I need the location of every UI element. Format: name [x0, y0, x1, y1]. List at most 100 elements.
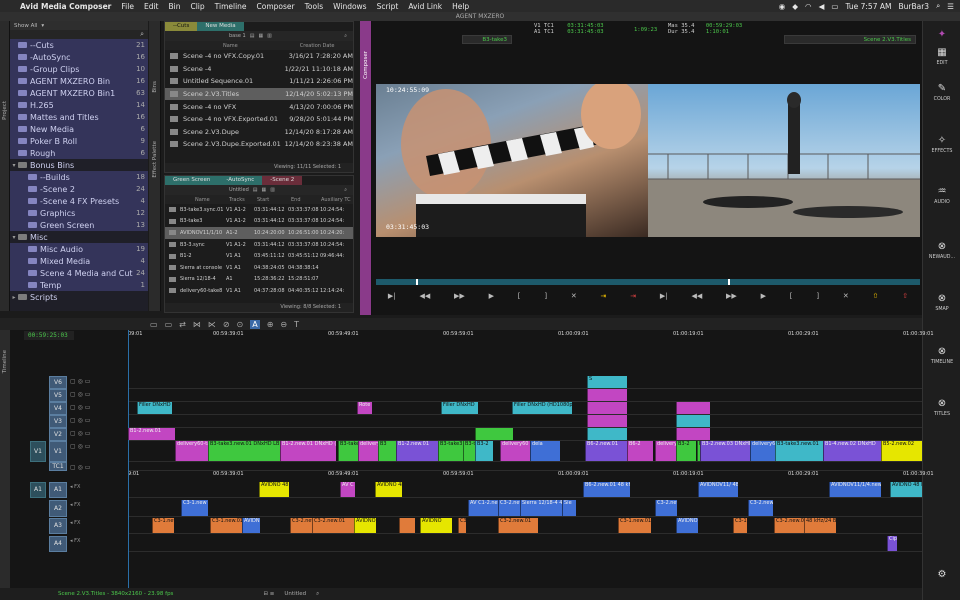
- timeline-clip[interactable]: AVIDNO: [354, 518, 376, 533]
- menu-file[interactable]: File: [121, 2, 134, 11]
- timeline-clip[interactable]: [676, 402, 710, 414]
- menu-bin[interactable]: Bin: [168, 2, 180, 11]
- timeline-clip[interactable]: C3-2.new.01: [312, 518, 354, 533]
- dropbox-icon[interactable]: ◆: [792, 2, 798, 11]
- mark-in-button[interactable]: [: [790, 292, 793, 300]
- step-back-icon[interactable]: ◀◀: [419, 292, 430, 300]
- bin-tab-green-screen[interactable]: Green Screen: [165, 176, 219, 185]
- timeline-clip[interactable]: delivery60: [500, 441, 530, 461]
- project-bin-item[interactable]: ▸ Scripts: [10, 291, 148, 303]
- timeline-clip[interactable]: B3-take3.new.01: [775, 441, 823, 461]
- timeline-clip[interactable]: delivery60: [655, 441, 677, 461]
- frame-view-icon[interactable]: ▦: [262, 187, 267, 193]
- project-filter[interactable]: Show All: [14, 23, 37, 29]
- track-selector-a2[interactable]: A2: [49, 500, 67, 517]
- timeline-clip[interactable]: B3-take3: [463, 441, 475, 461]
- timeline-clip[interactable]: C3-2.new 48 kHz: [748, 500, 773, 516]
- spotlight-icon[interactable]: ⌕: [936, 1, 940, 11]
- timeline-clip[interactable]: [676, 428, 710, 440]
- bin-row[interactable]: B3-take3 V1 A1-2 03:31:44:12 03:33:37:08 10:…: [165, 216, 353, 228]
- bin-row[interactable]: delivery60-take8 V1 A1 04:37:28:08 04:40:35…: [165, 285, 353, 297]
- record-icon[interactable]: ◉: [779, 2, 786, 11]
- frame-view-icon[interactable]: ▦: [258, 33, 263, 39]
- bin-row[interactable]: Scene -4 1/22/21 11:10:18 AM: [165, 63, 353, 76]
- timeline-clip[interactable]: C3-1.new.01: [210, 518, 242, 533]
- timeline-clip[interactable]: B1-2.new.01: [128, 428, 175, 440]
- timeline-clip[interactable]: B1-4.new.02 DNxHD: [823, 441, 881, 461]
- menu-avid-link[interactable]: Avid Link: [408, 2, 442, 11]
- menu-tools[interactable]: Tools: [305, 2, 323, 11]
- lasso-icon[interactable]: ⊘: [223, 320, 230, 329]
- menu-script[interactable]: Script: [377, 2, 399, 11]
- timeline-clip[interactable]: AVIDN: [242, 518, 260, 533]
- project-bin-item[interactable]: AGENT MXZERO Bin 16: [10, 75, 148, 87]
- project-bin-item[interactable]: New Media 6: [10, 123, 148, 135]
- mark-in-icon[interactable]: ▶|: [660, 292, 668, 300]
- project-bin-item[interactable]: Mixed Media 4: [10, 255, 148, 267]
- column-end[interactable]: End: [291, 197, 321, 203]
- bin-row[interactable]: Untitled Sequence.01 1/11/21 2:26:06 PM: [165, 75, 353, 88]
- timeline-clip[interactable]: AVIDNO 48 kHz/2: [259, 482, 289, 497]
- script-view-icon[interactable]: ▥: [270, 187, 275, 193]
- step-back-icon[interactable]: ◀◀: [691, 292, 702, 300]
- timeline-clip[interactable]: AV C 48 kH: [340, 482, 355, 497]
- project-bin-item[interactable]: H.265 14: [10, 99, 148, 111]
- bin-row[interactable]: Sierra at console V1 A1 04:38:24:05 04:38:3…: [165, 262, 353, 274]
- timeline-clip[interactable]: B3-take3.new.01 DNxHD LB (1080p): [208, 441, 280, 461]
- bin-tab-new-media[interactable]: New Media: [197, 22, 244, 31]
- search-icon[interactable]: ⌕: [344, 33, 347, 39]
- mark-out-button[interactable]: ]: [544, 292, 547, 300]
- timeline-clip[interactable]: B3-take3: [438, 441, 463, 461]
- mark-in-button[interactable]: [: [518, 292, 521, 300]
- bin-row[interactable]: Scene 2.V3.Dupe.Exported.01 12/14/20 8:23…: [165, 138, 353, 151]
- workspace-effects-button[interactable]: ✧ EFFECTS: [923, 135, 960, 154]
- project-bin-item[interactable]: Rough 6: [10, 147, 148, 159]
- zoom-in-icon[interactable]: ⊕: [267, 320, 274, 329]
- timeline-clip[interactable]: AVIDNOV11/ 48 kHz/24 Bit: [698, 482, 738, 497]
- project-bin-item[interactable]: AGENT MXZERO Bin1 63: [10, 87, 148, 99]
- workspace-titles-button[interactable]: ⊗ TITLES: [923, 398, 960, 417]
- track-lock-icon[interactable]: ▢ ◎ ▭: [70, 417, 90, 424]
- title-tool-icon[interactable]: T: [294, 320, 299, 329]
- clear-marks-icon[interactable]: ✕: [843, 292, 849, 300]
- play-icon[interactable]: ▶: [489, 292, 494, 300]
- column-name[interactable]: Name: [223, 43, 238, 49]
- menu-windows[interactable]: Windows: [333, 2, 366, 11]
- list-view-icon[interactable]: ▤: [253, 187, 258, 193]
- track-selector-tc1[interactable]: TC1: [49, 462, 67, 471]
- project-bin-item[interactable]: ▾ Misc: [10, 231, 148, 243]
- menu-composer[interactable]: Composer: [257, 2, 295, 11]
- timeline-clip[interactable]: C3-2.new 48 kHz: [498, 500, 520, 516]
- workspace-audio-button[interactable]: ♒ AUDIO: [923, 186, 960, 205]
- timeline-clip[interactable]: Filler DNxHD: [441, 402, 478, 414]
- timeline-clip[interactable]: AVIDNO 48 kHz/2: [375, 482, 402, 497]
- search-icon[interactable]: ⌕: [140, 30, 144, 39]
- track-lock-icon[interactable]: ▢ ◎ ▭: [70, 378, 90, 385]
- timeline-master-tc[interactable]: 00:59:25:03: [24, 331, 74, 340]
- source-track-v1[interactable]: V1: [30, 441, 46, 462]
- timeline-clip[interactable]: [587, 389, 627, 401]
- lift-icon[interactable]: ▭: [150, 320, 158, 329]
- smart-tool-icon[interactable]: A: [250, 319, 260, 329]
- menu-edit[interactable]: Edit: [144, 2, 159, 11]
- timeline-clip[interactable]: [587, 402, 627, 414]
- workspace-edit-button[interactable]: ▦ EDIT: [923, 47, 960, 66]
- trim-icon[interactable]: ⋈: [193, 320, 201, 329]
- timeline-clip[interactable]: B3-2.new.03 DNxHD (HD1080p): [700, 441, 750, 461]
- timeline-clip[interactable]: C3-2.new: [655, 500, 677, 516]
- sequence-name[interactable]: Untitled: [284, 591, 306, 597]
- track-selector-v5[interactable]: V5: [49, 389, 67, 402]
- bin-row[interactable]: Scene -4 no VFX 4/13/20 7:00:06 PM: [165, 100, 353, 113]
- bin-row[interactable]: B3-take3.sync.01 V1 A1-2 03:31:44:12 03:33:…: [165, 204, 353, 216]
- disclosure-triangle-icon[interactable]: ▸: [10, 294, 18, 301]
- bin-row[interactable]: Scene -4 no VFX.Exported.01 9/28/20 5:01:…: [165, 113, 353, 126]
- bin-row[interactable]: B1-2 V1 A1 03:45:11:12 03:45:51:12 09:46:44:: [165, 250, 353, 262]
- project-bin-item[interactable]: -Group Clips 10: [10, 63, 148, 75]
- track-selector-a1[interactable]: A1: [49, 482, 67, 498]
- project-bin-item[interactable]: Poker B Roll 9: [10, 135, 148, 147]
- project-bin-item[interactable]: Green Screen 13: [10, 219, 148, 231]
- link-icon[interactable]: ⊙: [237, 320, 244, 329]
- project-side-tab[interactable]: Project: [0, 21, 10, 311]
- timeline-clip[interactable]: B6-2: [627, 441, 653, 461]
- volume-icon[interactable]: ◀: [819, 2, 825, 11]
